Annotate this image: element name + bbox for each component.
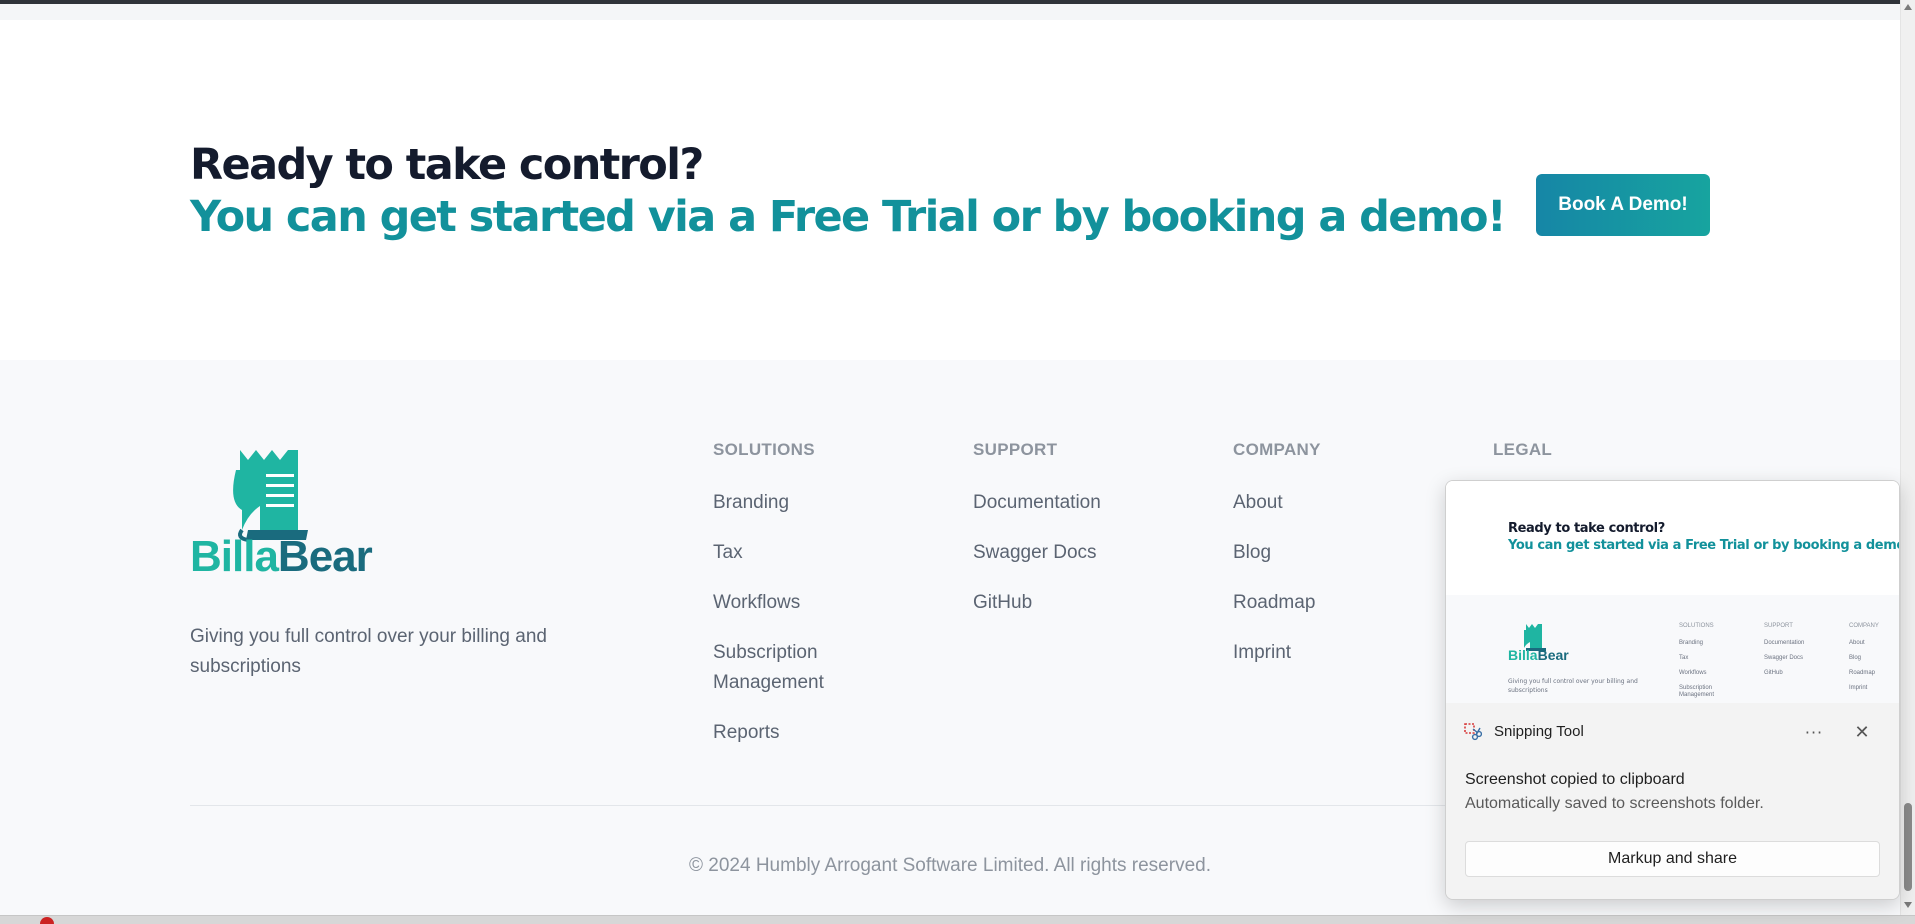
brand-part-billa: Billa [190,532,279,581]
thumbnail-link: Swagger Docs [1764,655,1804,661]
page-scrollbar[interactable] [1900,0,1915,915]
thumbnail-link: Roadmap [1849,670,1876,676]
footer-link-roadmap[interactable]: Roadmap [1233,588,1403,618]
brand-wordmark: BillaBear [190,532,373,582]
thumbnail-brand-bear: Bear [1537,647,1569,663]
column-heading: LEGAL [1493,440,1553,459]
footer-link-github[interactable]: GitHub [973,588,1143,618]
taskbar-edge [0,915,1915,924]
thumbnail-link: Tax [1679,655,1689,661]
footer-link-subscription-management[interactable]: Subscription Management [713,638,883,698]
thumbnail-column-company: COMPANY About Blog Roadmap Imprint [1849,623,1879,691]
thumbnail-link: Documentation [1764,640,1805,646]
column-heading: COMPANY [1233,440,1321,459]
thumbnail-tagline: Giving you full control over your billin… [1508,678,1638,694]
thumbnail-link: Management [1679,692,1715,698]
footer-column-solutions: SOLUTIONS Branding Tax Workflows Subscri… [713,440,883,748]
thumbnail-brand-billa: Billa [1508,647,1538,663]
thumbnail-heading: Ready to take control? [1508,521,1665,536]
column-heading: SUPPORT [973,440,1058,459]
footer-link-swagger-docs[interactable]: Swagger Docs [973,538,1143,568]
snipping-tool-notification[interactable]: Ready to take control? You can get start… [1445,480,1900,900]
thumbnail-cta: Ready to take control? You can get start… [1446,481,1900,595]
footer-column-support: SUPPORT Documentation Swagger Docs GitHu… [973,440,1143,618]
thumbnail-subheading: You can get started via a Free Trial or … [1508,538,1900,553]
footer-link-blog[interactable]: Blog [1233,538,1403,568]
thumbnail-column-heading: SUPPORT [1764,623,1793,629]
close-icon[interactable]: ✕ [1848,720,1876,744]
scroll-down-arrow-icon[interactable] [1904,902,1912,908]
brand-part-bear: Bear [277,532,373,581]
footer-link-branding[interactable]: Branding [713,488,883,518]
markup-and-share-button[interactable]: Markup and share [1465,841,1880,877]
footer-column-legal: LEGAL [1493,440,1552,468]
thumbnail-column-heading: SOLUTIONS [1679,623,1714,629]
thumbnail-link: Subscription [1679,685,1713,691]
thumbnail-column-solutions: SOLUTIONS Branding Tax Workflows Subscri… [1679,623,1714,698]
footer-column-company: COMPANY About Blog Roadmap Imprint [1233,440,1403,668]
notification-body: Snipping Tool ··· ✕ Screenshot copied to… [1446,703,1899,899]
thumbnail-link: GitHub [1764,670,1783,676]
thumbnail-link: Workflows [1679,670,1707,676]
thumbnail-link: Blog [1849,655,1862,661]
thumbnail-column-heading: COMPANY [1849,623,1879,629]
taskbar-app-icon[interactable] [40,917,54,924]
column-heading: SOLUTIONS [713,440,815,459]
scroll-up-arrow-icon[interactable] [1904,4,1912,10]
scrollbar-thumb[interactable] [1904,803,1912,891]
footer-link-documentation[interactable]: Documentation [973,488,1143,518]
notification-title: Screenshot copied to clipboard [1465,771,1685,788]
thumbnail-link: Imprint [1849,685,1868,691]
thumbnail-link: About [1849,640,1865,646]
page-top-band [0,4,1900,20]
screenshot-thumbnail[interactable]: Ready to take control? You can get start… [1446,481,1900,703]
footer-tagline: Giving you full control over your billin… [190,626,547,677]
notification-app-name: Snipping Tool [1494,723,1584,740]
book-demo-button[interactable]: Book A Demo! [1536,174,1710,236]
cta-heading: Ready to take control? [190,140,704,190]
cta-section: Ready to take control? You can get start… [0,20,1900,360]
thumbnail-wordmark: BillaBear [1508,647,1569,663]
cta-subheading: You can get started via a Free Trial or … [190,192,1507,242]
footer-link-tax[interactable]: Tax [713,538,883,568]
footer-link-about[interactable]: About [1233,488,1403,518]
thumbnail-link: Branding [1679,640,1704,646]
thumbnail-footer: BillaBear Giving you full control over y… [1446,595,1899,703]
footer-link-imprint[interactable]: Imprint [1233,638,1403,668]
snipping-tool-icon [1464,723,1482,741]
footer-link-workflows[interactable]: Workflows [713,588,883,618]
footer-link-reports[interactable]: Reports [713,718,883,748]
more-options-icon[interactable]: ··· [1800,720,1828,744]
thumbnail-column-support: SUPPORT Documentation Swagger Docs GitHu… [1764,623,1804,676]
notification-subtitle: Automatically saved to screenshots folde… [1465,795,1764,812]
